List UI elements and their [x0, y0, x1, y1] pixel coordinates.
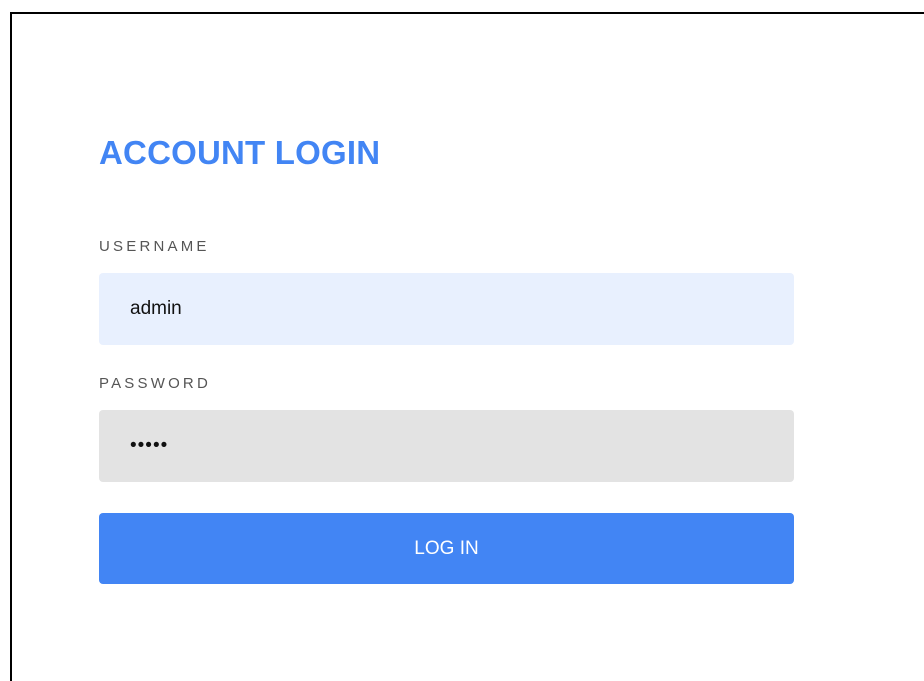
username-label: USERNAME: [99, 238, 210, 255]
password-label: PASSWORD: [99, 375, 211, 392]
page-title: ACCOUNT LOGIN: [99, 134, 381, 171]
username-input[interactable]: [99, 273, 794, 345]
login-button[interactable]: LOG IN: [99, 513, 794, 584]
password-input[interactable]: [99, 410, 794, 482]
